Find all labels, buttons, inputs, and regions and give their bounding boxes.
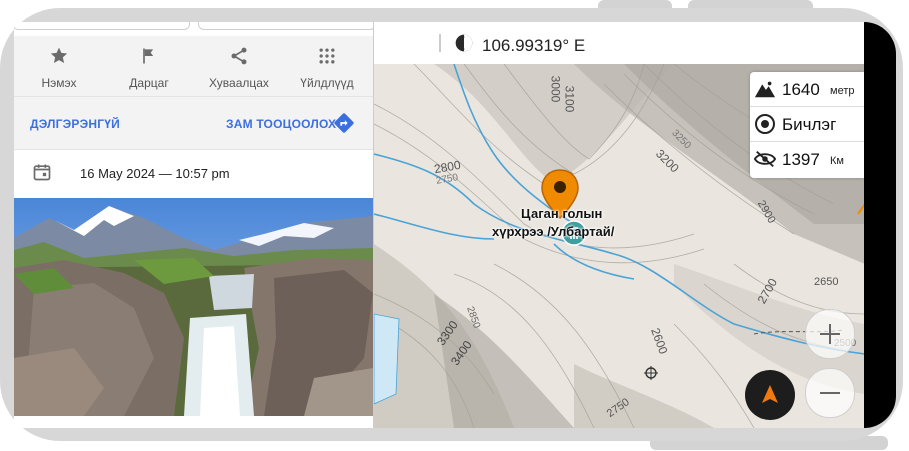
altitude-row[interactable]: 1640 метр xyxy=(750,72,864,107)
calendar-icon xyxy=(33,164,51,181)
coordinate-readout: 106.99319° E xyxy=(482,36,586,55)
contour-label: 3100 xyxy=(562,85,577,113)
share-label: Хуваалцах xyxy=(209,76,269,90)
record-icon xyxy=(755,114,775,134)
share-button[interactable]: Хуваалцах xyxy=(194,36,284,96)
marker-button[interactable]: Дарцаг xyxy=(104,36,194,96)
apps-grid-icon xyxy=(319,48,335,64)
links-row: ДЭЛГЭРЭНГҮЙ ЗАМ ТООЦООЛОХ xyxy=(14,97,373,150)
zoom-out-button[interactable] xyxy=(805,368,855,418)
actions-label: Үйлдлүүд xyxy=(300,76,354,90)
recording-row[interactable]: Бичлэг xyxy=(750,107,864,142)
navigation-button[interactable] xyxy=(745,370,795,420)
contour-label: 3000 xyxy=(548,75,563,103)
distance-row[interactable]: 1397 Км xyxy=(750,142,864,176)
navigation-arrow-icon xyxy=(762,385,778,403)
share-icon xyxy=(231,47,247,65)
date-row: 16 May 2024 — 10:57 pm xyxy=(14,150,373,196)
flag-icon xyxy=(143,48,154,64)
route-link[interactable]: ЗАМ ТООЦООЛОХ xyxy=(226,117,336,131)
action-bar: Нэмэх Дарцаг Хуваалцах Үйлдлүүд xyxy=(14,36,373,97)
screen: Нэмэх Дарцаг Хуваалцах Үйлдлүүд ДЭЛГЭРЭН… xyxy=(14,22,864,428)
minus-icon xyxy=(820,392,840,394)
eye-off-icon xyxy=(754,150,776,168)
marker-label: Дарцаг xyxy=(129,76,169,90)
plus-icon xyxy=(820,324,840,344)
phone-camera-notch xyxy=(864,22,896,428)
map-top-bar: 106.99319° E xyxy=(373,22,864,64)
poi-label-line2: хүрхрээ /Улбартай/ xyxy=(492,224,615,239)
actions-button[interactable]: Үйлдлүүд xyxy=(282,36,372,96)
waterfall-photo-image xyxy=(14,198,373,416)
altitude-value: 1640 xyxy=(782,80,820,99)
divider xyxy=(439,34,441,52)
mountain-icon xyxy=(754,81,776,98)
details-link[interactable]: ДЭЛГЭРЭНГҮЙ xyxy=(30,117,120,131)
info-widget: 1640 метр Бичлэг 1397 Км xyxy=(750,72,864,178)
star-icon xyxy=(50,47,68,63)
recording-label: Бичлэг xyxy=(782,115,837,134)
poi-label-line1: Цаган голын xyxy=(521,206,603,221)
zoom-in-button[interactable] xyxy=(805,309,855,359)
distance-unit: Км xyxy=(830,155,844,167)
details-panel: Нэмэх Дарцаг Хуваалцах Үйлдлүүд ДЭЛГЭРЭН… xyxy=(14,22,376,428)
top-field-right[interactable] xyxy=(198,22,376,30)
add-label: Нэмэх xyxy=(41,76,77,90)
contour-label: 2650 xyxy=(814,276,839,288)
date-text: 16 May 2024 — 10:57 pm xyxy=(80,166,230,181)
distance-value: 1397 xyxy=(782,150,820,169)
add-favorite-button[interactable]: Нэмэх xyxy=(14,36,104,96)
top-field-left[interactable] xyxy=(14,22,190,30)
waterfall-photo[interactable] xyxy=(14,198,373,416)
longitude-icon xyxy=(455,34,473,52)
altitude-unit: метр xyxy=(830,85,855,97)
directions-icon[interactable] xyxy=(333,112,355,134)
